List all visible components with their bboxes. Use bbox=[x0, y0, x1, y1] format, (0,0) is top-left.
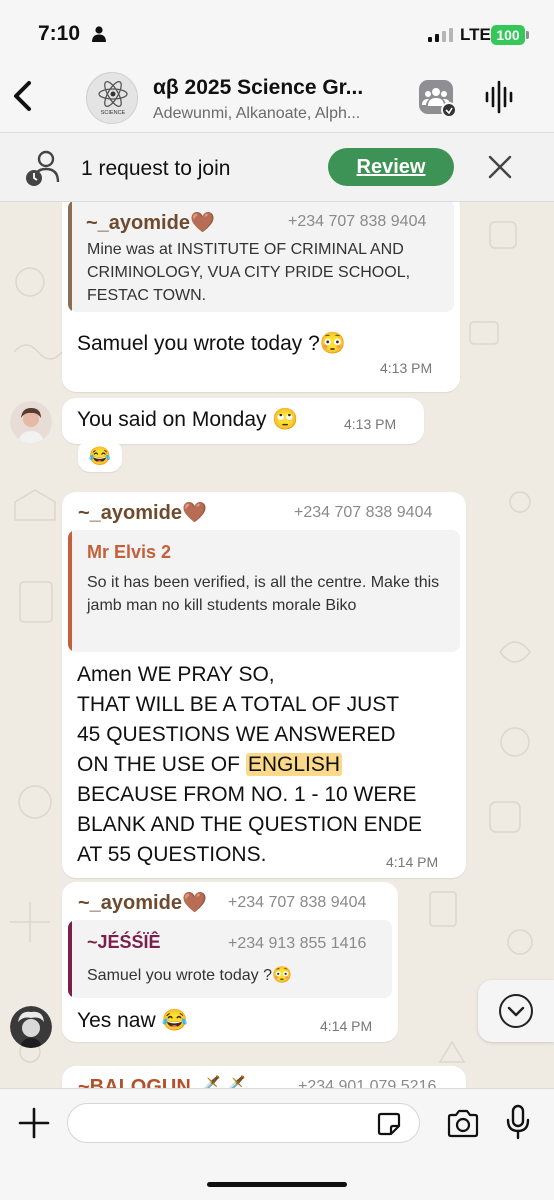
message-time: 4:13 PM bbox=[344, 416, 397, 432]
quote-bar bbox=[68, 202, 72, 312]
message-time: 4:13 PM bbox=[380, 360, 433, 376]
message-line-part: ON THE USE OF bbox=[77, 753, 240, 776]
message-input-bar bbox=[0, 1088, 554, 1200]
quoted-message[interactable]: Mr Elvis 2 So it has been verified, is a… bbox=[68, 530, 460, 652]
quoted-phone: +234 913 855 1416 bbox=[228, 935, 367, 952]
chat-area[interactable]: ~_ayomide🤎 +234 707 838 9404 Mine was at… bbox=[0, 202, 554, 1088]
message-sender-phone: +234 707 838 9404 bbox=[294, 504, 433, 521]
microphone-icon[interactable] bbox=[505, 1104, 531, 1140]
quote-bar bbox=[68, 530, 72, 652]
message-text: Yes naw 😂 bbox=[77, 1009, 188, 1032]
battery-indicator: 100 bbox=[491, 25, 525, 45]
message-bubble[interactable]: ~BALOGUN 🗡️🗡️ +234 901 079 5216 bbox=[62, 1066, 466, 1088]
sticker-icon[interactable] bbox=[376, 1111, 402, 1137]
chevron-down-icon bbox=[499, 994, 533, 1028]
group-title[interactable]: αβ 2025 Science Gr... bbox=[153, 76, 363, 100]
group-avatar-label: SCIENCE bbox=[101, 110, 126, 116]
search-highlight: ENGLISH bbox=[245, 753, 343, 776]
message-time: 4:14 PM bbox=[320, 1018, 373, 1034]
close-icon[interactable] bbox=[488, 155, 512, 179]
group-avatar[interactable]: SCIENCE bbox=[86, 72, 138, 124]
message-line: ON THE USE OF ENGLISH bbox=[77, 750, 457, 780]
message-line: Amen WE PRAY SO, bbox=[77, 663, 275, 686]
quoted-sender: ~_ayomide🤎 bbox=[86, 212, 215, 234]
voice-wave-icon[interactable] bbox=[484, 80, 516, 114]
atom-icon: SCIENCE bbox=[87, 73, 137, 123]
quoted-text: So it has been verified, is all the cent… bbox=[87, 574, 440, 614]
network-label: LTE bbox=[460, 25, 491, 44]
person-icon bbox=[92, 26, 106, 42]
status-time: 7:10 bbox=[38, 22, 81, 45]
message-time: 4:14 PM bbox=[386, 854, 439, 870]
join-request-bar: 1 request to join Review bbox=[0, 132, 554, 202]
message-sender-phone: +234 707 838 9404 bbox=[228, 894, 367, 911]
quoted-text: Mine was at INSTITUTE OF CRIMINAL AND CR… bbox=[87, 241, 411, 304]
quoted-message[interactable]: ~JÉŚŚÏÊ +234 913 855 1416 Samuel you wro… bbox=[68, 920, 392, 998]
plus-icon[interactable] bbox=[18, 1107, 50, 1139]
home-indicator bbox=[207, 1182, 347, 1187]
message-line: 45 QUESTIONS WE ANSWERED bbox=[77, 723, 396, 746]
message-bubble[interactable]: ~_ayomide🤎 +234 707 838 9404 Mr Elvis 2 … bbox=[62, 492, 466, 878]
reaction-emoji: 😂 bbox=[88, 446, 112, 466]
quoted-text: Samuel you wrote today ?😳 bbox=[87, 967, 292, 984]
community-icon[interactable] bbox=[419, 80, 457, 118]
quote-bar bbox=[68, 920, 72, 998]
signal-icon bbox=[428, 28, 453, 42]
message-text: You said on Monday 🙄 bbox=[77, 408, 299, 431]
message-line: BECAUSE FROM NO. 1 - 10 WERE bbox=[77, 783, 417, 806]
message-sender[interactable]: ~_ayomide🤎 bbox=[78, 890, 207, 915]
sender-avatar[interactable] bbox=[10, 1006, 52, 1048]
reaction-badge[interactable]: 😂 bbox=[78, 440, 122, 472]
message-input[interactable] bbox=[67, 1103, 420, 1143]
quoted-sender: ~JÉŚŚÏÊ bbox=[87, 932, 161, 952]
message-text: Samuel you wrote today ?😳 bbox=[77, 332, 346, 355]
message-sender-phone: +234 901 079 5216 bbox=[298, 1078, 437, 1088]
join-request-text: 1 request to join bbox=[81, 157, 231, 180]
status-bar: 7:10 LTE 100 bbox=[0, 0, 554, 62]
join-request-icon bbox=[26, 150, 60, 186]
group-members[interactable]: Adewunmi, Alkanoate, Alph... bbox=[153, 105, 360, 123]
sender-avatar[interactable] bbox=[10, 401, 52, 443]
message-text: Amen WE PRAY SO, THAT WILL BE A TOTAL OF… bbox=[77, 660, 457, 870]
message-sender[interactable]: ~BALOGUN 🗡️🗡️ bbox=[78, 1074, 246, 1088]
quoted-phone: +234 707 838 9404 bbox=[288, 213, 427, 230]
message-bubble[interactable]: ~_ayomide🤎 +234 707 838 9404 ~JÉŚŚÏÊ +23… bbox=[62, 882, 398, 1042]
camera-icon[interactable] bbox=[446, 1109, 480, 1139]
back-icon[interactable] bbox=[8, 78, 38, 114]
message-bubble[interactable]: You said on Monday 🙄 4:13 PM bbox=[62, 398, 424, 444]
message-bubble[interactable]: ~_ayomide🤎 +234 707 838 9404 Mine was at… bbox=[62, 202, 460, 392]
scroll-to-bottom-button[interactable] bbox=[478, 980, 554, 1042]
review-button[interactable]: Review bbox=[328, 148, 454, 186]
battery-tip bbox=[526, 31, 529, 39]
message-line: THAT WILL BE A TOTAL OF JUST bbox=[77, 693, 400, 716]
quoted-sender: Mr Elvis 2 bbox=[87, 542, 172, 562]
message-sender[interactable]: ~_ayomide🤎 bbox=[78, 500, 207, 525]
chat-header: SCIENCE αβ 2025 Science Gr... Adewunmi, … bbox=[0, 62, 554, 132]
message-line: BLANK AND THE QUESTION ENDE bbox=[77, 813, 423, 836]
quoted-message[interactable]: ~_ayomide🤎 +234 707 838 9404 Mine was at… bbox=[68, 202, 454, 312]
